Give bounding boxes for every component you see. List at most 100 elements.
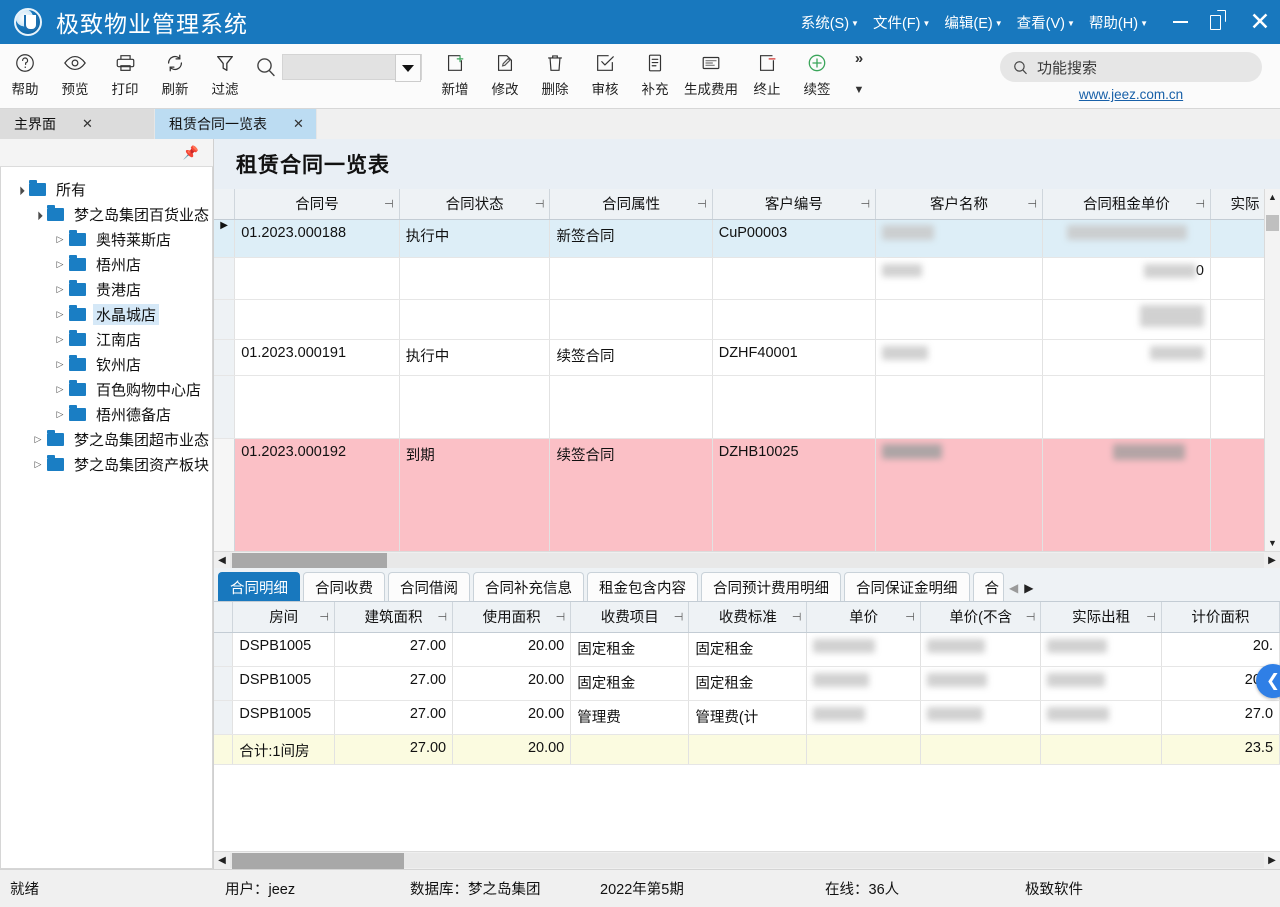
filter-pin-icon[interactable]: ⊣ — [1195, 197, 1205, 210]
toolbar-button-generate-fee[interactable]: 生成费用 — [680, 48, 742, 98]
table-row[interactable]: DSPB1005 27.00 20.00 固定租金 固定租金 20. — [214, 632, 1280, 667]
toolbar-overflow[interactable]: » ▼ — [842, 44, 876, 100]
col-customer-name[interactable]: 客户名称 ⊣ — [875, 189, 1043, 220]
toolbar-button-filter[interactable]: 过滤 — [200, 48, 250, 98]
tab-contract-more[interactable]: 合 — [972, 572, 1005, 601]
filter-pin-icon[interactable]: ⊣ — [438, 610, 448, 623]
col-building-area[interactable]: 建筑面积 ⊣ — [334, 602, 454, 633]
chevron-right-icon[interactable] — [51, 259, 69, 270]
arrow-up-icon[interactable]: ▲ — [1268, 189, 1277, 205]
col-rent-unit-price[interactable]: 合同租金单价 ⊣ — [1042, 189, 1211, 220]
filter-pin-icon[interactable]: ⊣ — [535, 197, 545, 210]
toolbar-button-renew[interactable]: 续签 — [792, 48, 842, 98]
tree-node-supermarket[interactable]: 梦之岛集团超市业态 — [7, 427, 212, 452]
chevron-down-icon[interactable] — [11, 185, 29, 195]
scroll-track[interactable] — [230, 552, 1265, 568]
chevron-down-icon[interactable] — [395, 54, 421, 82]
col-priced-area[interactable]: 计价面积 — [1161, 602, 1280, 633]
contracts-horizontal-scrollbar[interactable]: ◀ ▶ — [214, 551, 1280, 568]
chevron-right-icon[interactable]: ▶ — [1024, 581, 1033, 595]
toolbar-button-refresh[interactable]: 刷新 — [150, 48, 200, 98]
filter-pin-icon[interactable]: ⊣ — [319, 610, 329, 623]
scroll-thumb[interactable] — [1266, 215, 1280, 231]
col-contract-type[interactable]: 合同属性 ⊣ — [549, 189, 713, 220]
arrow-down-icon[interactable]: ▼ — [1268, 535, 1277, 551]
search-input[interactable] — [282, 54, 422, 82]
tree-node-jiangnan[interactable]: 江南店 — [7, 327, 212, 352]
tree-node-all[interactable]: 所有 — [7, 177, 212, 202]
chevron-right-icon[interactable] — [51, 234, 69, 245]
filter-pin-icon[interactable]: ⊣ — [556, 610, 566, 623]
scroll-track[interactable] — [230, 853, 1265, 869]
tree-node-shuijingcheng[interactable]: 水晶城店 — [7, 302, 212, 327]
toolbar-button-edit[interactable]: 修改 — [480, 48, 530, 98]
toolbar-button-add[interactable]: 新增 — [430, 48, 480, 98]
chevron-right-icon[interactable] — [51, 409, 69, 420]
table-row[interactable]: DSPB1005 27.00 20.00 固定租金 固定租金 20.0 — [214, 666, 1280, 701]
toolbar-button-audit[interactable]: 审核 — [580, 48, 630, 98]
minimize-icon[interactable] — [1170, 12, 1190, 32]
table-row[interactable] — [214, 299, 1280, 340]
chevron-left-icon[interactable]: ◀ — [1009, 581, 1018, 595]
tree-node-outlets[interactable]: 奥特莱斯店 — [7, 227, 212, 252]
toolbar-button-print[interactable]: 打印 — [100, 48, 150, 98]
col-unit-price-excl[interactable]: 单价(不含 ⊣ — [920, 602, 1042, 633]
menu-help[interactable]: 帮助(H) ▼ — [1089, 12, 1148, 33]
tab-contract-detail[interactable]: 合同明细 — [218, 572, 301, 601]
chevron-down-icon[interactable] — [29, 210, 47, 220]
menu-view[interactable]: 查看(V) ▼ — [1017, 12, 1075, 33]
tab-contract-borrow[interactable]: 合同借阅 — [388, 572, 471, 601]
website-link[interactable]: www.jeez.com.cn — [1079, 87, 1183, 102]
chevron-right-icon[interactable] — [29, 459, 47, 470]
chevron-right-icon[interactable] — [29, 434, 47, 445]
tree-node-wuzhou[interactable]: 梧州店 — [7, 252, 212, 277]
tree-node-department-store[interactable]: 梦之岛集团百货业态 — [7, 202, 212, 227]
filter-pin-icon[interactable]: ⊣ — [861, 197, 871, 210]
arrow-left-icon[interactable]: ◀ — [214, 555, 230, 566]
filter-pin-icon[interactable]: ⊣ — [384, 197, 394, 210]
col-actual-rented[interactable]: 实际出租 ⊣ — [1040, 602, 1162, 633]
chevron-down-icon[interactable]: ▼ — [854, 84, 865, 96]
pin-icon[interactable]: 📌 — [183, 145, 199, 161]
tab-rent-inclusions[interactable]: 租金包含内容 — [587, 572, 699, 601]
detail-horizontal-scrollbar[interactable]: ◀ ▶ — [214, 851, 1280, 869]
table-row[interactable]: ▶ 01.2023.000188 执行中 新签合同 CuP00003 — [214, 219, 1280, 258]
maximize-icon[interactable] — [1210, 12, 1230, 32]
col-contract-no[interactable]: 合同号 ⊣ — [234, 189, 400, 220]
arrow-left-icon[interactable]: ◀ — [214, 855, 230, 866]
toolbar-button-preview[interactable]: 预览 — [50, 48, 100, 98]
tree-node-qinzhou[interactable]: 钦州店 — [7, 352, 212, 377]
filter-pin-icon[interactable]: ⊣ — [1027, 197, 1037, 210]
menu-file[interactable]: 文件(F) ▼ — [873, 12, 930, 33]
table-row[interactable]: DSPB1005 27.00 20.00 管理费 管理费(计 27.0 — [214, 700, 1280, 735]
filter-pin-icon[interactable]: ⊣ — [905, 610, 915, 623]
table-row[interactable]: 01.2023.000192 到期 续签合同 DZHB10025 — [214, 438, 1280, 551]
tree-node-wuzhoudebei[interactable]: 梧州德备店 — [7, 402, 212, 427]
col-unit-price[interactable]: 单价 ⊣ — [806, 602, 921, 633]
toolbar-button-terminate[interactable]: 终止 — [742, 48, 792, 98]
tab-contract-estimated-fees[interactable]: 合同预计费用明细 — [701, 572, 842, 601]
filter-pin-icon[interactable]: ⊣ — [674, 610, 684, 623]
scroll-thumb[interactable] — [232, 853, 405, 869]
menu-edit[interactable]: 编辑(E) ▼ — [944, 12, 1002, 33]
table-row[interactable]: 0 — [214, 257, 1280, 300]
chevron-right-icon[interactable] — [51, 284, 69, 295]
scroll-thumb[interactable] — [232, 552, 388, 568]
chevron-right-icon[interactable] — [51, 359, 69, 370]
toolbar-search-combo[interactable] — [254, 54, 422, 82]
tab-contract-supplement-info[interactable]: 合同补充信息 — [473, 572, 585, 601]
col-charge-standard[interactable]: 收费标准 ⊣ — [688, 602, 808, 633]
toolbar-button-supplement[interactable]: 补充 — [630, 48, 680, 98]
filter-pin-icon[interactable]: ⊣ — [1026, 610, 1036, 623]
tab-contract-charges[interactable]: 合同收费 — [303, 572, 386, 601]
chevron-right-icon[interactable] — [51, 384, 69, 395]
doc-tab-main[interactable]: 主界面 ✕ — [0, 109, 155, 139]
filter-pin-icon[interactable]: ⊣ — [792, 610, 802, 623]
toolbar-button-delete[interactable]: 删除 — [530, 48, 580, 98]
chevron-double-right-icon[interactable]: » — [855, 50, 863, 67]
close-icon[interactable]: ✕ — [82, 116, 93, 132]
menu-system[interactable]: 系统(S) ▼ — [801, 12, 859, 33]
col-charge-item[interactable]: 收费项目 ⊣ — [570, 602, 690, 633]
tree-node-assets[interactable]: 梦之岛集团资产板块 — [7, 452, 212, 477]
close-icon[interactable]: ✕ — [293, 116, 304, 132]
